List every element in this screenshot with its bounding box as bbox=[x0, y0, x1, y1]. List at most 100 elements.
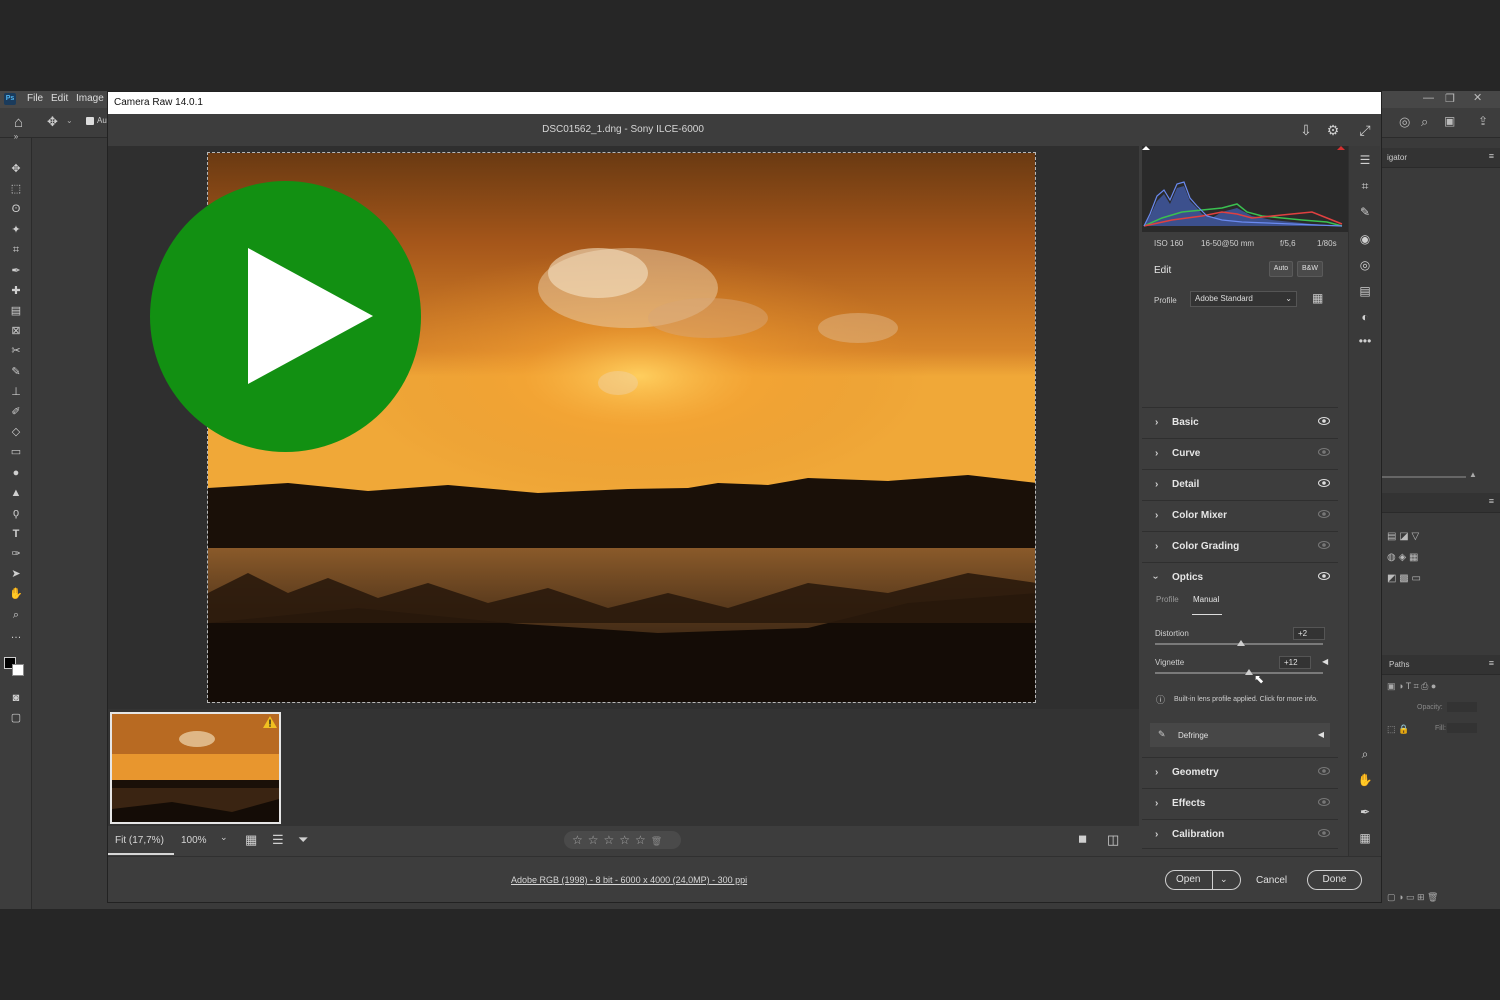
checkbox[interactable] bbox=[86, 117, 94, 125]
menu-file[interactable]: File bbox=[27, 93, 43, 104]
panel-menu-icon[interactable]: ≡ bbox=[1489, 658, 1494, 668]
lock-icons[interactable]: ⬚ 🔒 bbox=[1387, 724, 1409, 735]
brush-tool-icon[interactable]: ✎ bbox=[8, 365, 24, 379]
grid-icon[interactable]: ▦ bbox=[1357, 830, 1373, 846]
menu-image[interactable]: Image bbox=[76, 93, 104, 104]
close-icon[interactable]: ✕ bbox=[1473, 91, 1482, 104]
chevron-down-icon[interactable]: ⌄ bbox=[66, 116, 73, 125]
sort-icon[interactable]: ☰ bbox=[272, 832, 284, 848]
background-color[interactable] bbox=[12, 664, 24, 676]
bw-button[interactable]: B&W bbox=[1297, 261, 1323, 277]
sharpen-icon[interactable]: ▲ bbox=[8, 486, 24, 500]
adjustment-icons-row[interactable]: ▤ ◪ ▽ bbox=[1387, 531, 1419, 542]
chevron-down-icon[interactable]: ⌄ bbox=[220, 832, 228, 843]
defringe-row[interactable]: ✎ Defringe ◀ bbox=[1150, 723, 1330, 747]
section-effects[interactable]: › Effects bbox=[1142, 788, 1338, 818]
vignette-slider[interactable] bbox=[1155, 672, 1323, 674]
warning-icon[interactable] bbox=[263, 716, 277, 728]
filmstrip-options-icon[interactable]: ▦ bbox=[245, 832, 257, 848]
marquee-tool-icon[interactable]: ⬚ bbox=[8, 182, 24, 196]
red-eye-icon[interactable]: ◎ bbox=[1357, 257, 1373, 273]
section-color-mixer[interactable]: › Color Mixer bbox=[1142, 500, 1338, 530]
dodge-icon[interactable]: ϙ bbox=[8, 506, 24, 520]
eye-icon[interactable] bbox=[1318, 479, 1330, 487]
eye-icon[interactable] bbox=[1318, 541, 1330, 549]
eye-icon[interactable] bbox=[1318, 767, 1330, 775]
move-tool-icon[interactable]: ✥ bbox=[8, 162, 24, 176]
filmstrip-thumbnail[interactable] bbox=[110, 712, 281, 824]
magic-wand-icon[interactable]: ✦ bbox=[8, 223, 24, 237]
zoom-tool-icon[interactable]: ⌕ bbox=[8, 608, 24, 622]
navigator-tab[interactable]: igator bbox=[1387, 153, 1407, 162]
vignette-expand-icon[interactable]: ◀ bbox=[1322, 657, 1328, 666]
done-button[interactable]: Done bbox=[1307, 870, 1362, 890]
fullscreen-icon[interactable]: ⤢ bbox=[1356, 121, 1374, 139]
eye-icon[interactable] bbox=[1318, 510, 1330, 518]
workflow-options-link[interactable]: Adobe RGB (1998) - 8 bit - 6000 x 4000 (… bbox=[511, 875, 747, 885]
zoom-100-button[interactable]: 100% bbox=[181, 835, 207, 846]
path-select-icon[interactable]: ➤ bbox=[8, 567, 24, 581]
more-icon[interactable]: ••• bbox=[1357, 333, 1373, 349]
trash-icon[interactable]: 🗑 bbox=[651, 836, 667, 846]
section-curve[interactable]: › Curve bbox=[1142, 438, 1338, 468]
open-button[interactable]: Open ⌄ bbox=[1165, 870, 1241, 890]
frame-tool-icon[interactable]: ⊠ bbox=[8, 324, 24, 338]
type-tool-icon[interactable]: T bbox=[8, 527, 24, 541]
rating-stars[interactable]: ☆☆☆☆☆🗑 bbox=[564, 831, 681, 849]
opacity-field[interactable] bbox=[1447, 702, 1477, 712]
distortion-slider-thumb[interactable] bbox=[1236, 640, 1245, 646]
crop-icon[interactable]: ⌗ bbox=[1357, 178, 1373, 194]
zoom-in-icon[interactable]: ▲ bbox=[1469, 470, 1477, 479]
expand-icon[interactable]: » bbox=[8, 130, 24, 144]
star-rating[interactable]: ☆☆☆☆☆ bbox=[572, 833, 651, 847]
zoom-fit-button[interactable]: Fit (17,7%) bbox=[115, 835, 164, 846]
ruler-icon[interactable]: ▤ bbox=[8, 304, 24, 318]
section-geometry[interactable]: › Geometry bbox=[1142, 757, 1338, 787]
defringe-eyedropper-icon[interactable]: ✎ bbox=[1158, 729, 1166, 740]
edit-sliders-icon[interactable]: ☰ bbox=[1357, 152, 1373, 168]
section-color-grading[interactable]: › Color Grading bbox=[1142, 531, 1338, 561]
profile-browser-icon[interactable]: ▦ bbox=[1312, 291, 1323, 305]
cancel-button[interactable]: Cancel bbox=[1256, 875, 1287, 886]
auto-button[interactable]: Auto bbox=[1269, 261, 1293, 277]
tab-profile[interactable]: Profile bbox=[1156, 595, 1179, 604]
section-calibration[interactable]: › Calibration bbox=[1142, 819, 1338, 849]
defringe-expand-icon[interactable]: ◀ bbox=[1318, 730, 1324, 739]
paths-tab[interactable]: Paths bbox=[1389, 660, 1409, 669]
quick-mask-icon[interactable]: ◙ bbox=[8, 691, 24, 705]
stamp-tool-icon[interactable]: ⊥ bbox=[8, 385, 24, 399]
save-icon[interactable]: ⇩ bbox=[1297, 121, 1315, 139]
eraser-icon[interactable]: ◇ bbox=[8, 425, 24, 439]
section-basic[interactable]: › Basic bbox=[1142, 407, 1338, 437]
navigator-panel-header[interactable]: igator ≡ bbox=[1381, 148, 1500, 168]
hand-icon[interactable]: ✋ bbox=[1357, 772, 1373, 788]
hand-tool-icon[interactable]: ✋ bbox=[8, 587, 24, 601]
eyedropper-icon[interactable]: ✒ bbox=[8, 264, 24, 278]
eye-icon[interactable] bbox=[1318, 417, 1330, 425]
crop-tool-icon[interactable]: ⌗ bbox=[8, 243, 24, 257]
healing-brush-icon[interactable]: ✚ bbox=[8, 284, 24, 298]
more-icon[interactable]: … bbox=[8, 628, 24, 642]
workspace-icon[interactable]: ▣ bbox=[1444, 114, 1455, 128]
gear-icon[interactable]: ⚙ bbox=[1324, 121, 1342, 139]
panel-menu-icon[interactable]: ≡ bbox=[1489, 151, 1494, 161]
eye-icon[interactable] bbox=[1318, 829, 1330, 837]
zoom-icon[interactable]: ⌕ bbox=[1357, 746, 1373, 762]
eye-icon[interactable] bbox=[1318, 572, 1330, 580]
profile-select[interactable]: Adobe Standard ⌄ bbox=[1190, 291, 1297, 307]
chevron-down-icon[interactable]: ⌄ bbox=[1220, 870, 1228, 888]
presets-icon[interactable]: ◐ bbox=[1357, 309, 1373, 325]
blur-icon[interactable]: ● bbox=[8, 466, 24, 480]
distortion-value[interactable]: +2 bbox=[1293, 627, 1325, 640]
screen-mode-icon[interactable]: ▢ bbox=[8, 711, 24, 725]
search-icon[interactable]: ⌕ bbox=[1421, 114, 1428, 130]
vignette-slider-thumb[interactable] bbox=[1245, 669, 1254, 675]
play-button[interactable] bbox=[150, 181, 421, 452]
share-icon[interactable]: ⇪ bbox=[1478, 114, 1488, 128]
eye-icon[interactable] bbox=[1318, 448, 1330, 456]
color-sampler-icon[interactable]: ✒ bbox=[1357, 804, 1373, 820]
single-view-icon[interactable]: ◼ bbox=[1078, 832, 1087, 845]
lasso-tool-icon[interactable]: ʘ bbox=[8, 202, 24, 216]
chevron-down-icon[interactable]: › bbox=[1150, 576, 1161, 579]
zoom-slider[interactable] bbox=[1381, 476, 1466, 478]
